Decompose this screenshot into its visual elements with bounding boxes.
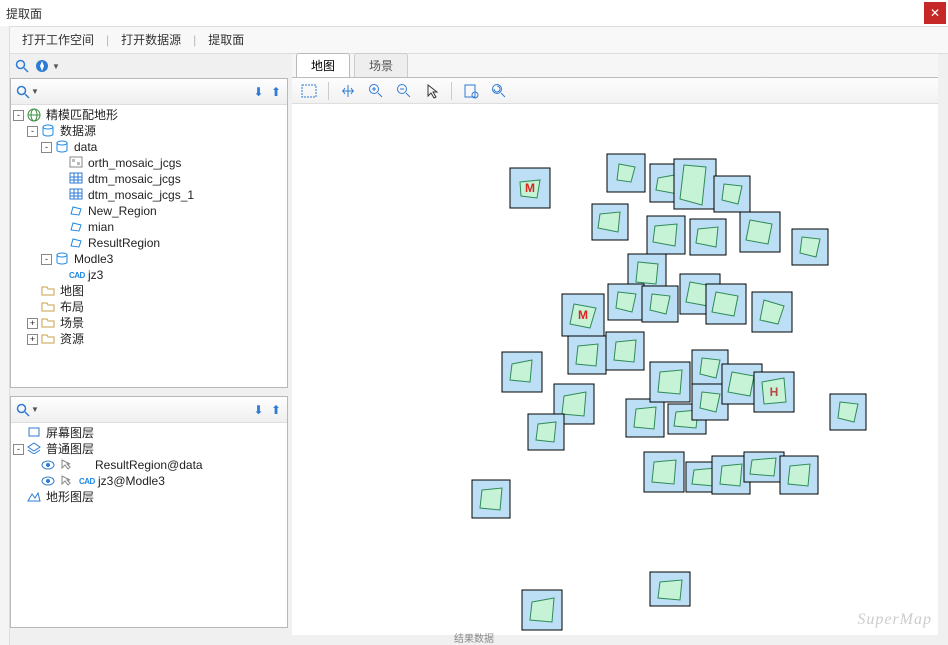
left-panel: ▼ ⬇ ⬆ - 精模匹配地形 - 数据源 - data: [10, 78, 288, 635]
cad-icon: CAD: [69, 268, 85, 282]
zoom-in-icon[interactable]: [367, 82, 385, 100]
folder-icon: [41, 316, 57, 330]
expand-toggle[interactable]: -: [13, 110, 24, 121]
tree-datasource[interactable]: - 数据源: [13, 123, 285, 139]
folder-icon: [41, 332, 57, 346]
identify-icon[interactable]: [462, 82, 480, 100]
select-icon[interactable]: [423, 82, 441, 100]
sub-toolbar: ▼: [10, 54, 288, 78]
layer-tree-panel: ▼ ⬇ ⬆ 屏幕图层 - 普通图层 ResultRegion@data: [10, 396, 288, 628]
eye-icon[interactable]: [41, 458, 57, 472]
polygon-icon: [69, 204, 85, 218]
raster-icon: [69, 156, 85, 170]
layer-item[interactable]: ResultRegion@data: [13, 457, 285, 473]
tree-root[interactable]: - 精模匹配地形: [13, 107, 285, 123]
footer-hint: 结果数据: [454, 630, 494, 645]
tab-map[interactable]: 地图: [296, 53, 350, 77]
polygon-icon: [69, 236, 85, 250]
folder-icon: [41, 300, 57, 314]
tree-item[interactable]: ResultRegion: [13, 235, 285, 251]
right-area: 地图 场景 M M H SuperMap: [292, 54, 938, 635]
expand-toggle[interactable]: +: [27, 318, 38, 329]
refresh-icon[interactable]: [490, 82, 508, 100]
panel-header: ▼ ⬇ ⬆: [11, 79, 287, 105]
database-icon: [55, 252, 71, 266]
dropdown-icon[interactable]: ▼: [52, 62, 60, 71]
panel-nav-arrows: ⬇ ⬆: [252, 85, 283, 99]
pan-icon[interactable]: [339, 82, 357, 100]
polygon-icon: [69, 220, 85, 234]
layer-terrain[interactable]: 地形图层: [13, 489, 285, 505]
tree-item[interactable]: orth_mosaic_jcgs: [13, 155, 285, 171]
tree-resource[interactable]: + 资源: [13, 331, 285, 347]
tree-item[interactable]: dtm_mosaic_jcgs: [13, 171, 285, 187]
tree-item[interactable]: dtm_mosaic_jcgs_1: [13, 187, 285, 203]
database-icon: [41, 124, 57, 138]
panel-search-icon[interactable]: [15, 402, 31, 418]
menu-extract-face[interactable]: 提取面: [198, 27, 254, 53]
title-bar: 提取面 ✕: [0, 0, 948, 26]
layer-icon: [27, 426, 43, 440]
window-title: 提取面: [6, 5, 42, 22]
zoom-out-icon[interactable]: [395, 82, 413, 100]
expand-toggle[interactable]: +: [27, 334, 38, 345]
full-extent-icon[interactable]: [300, 82, 318, 100]
tree-item[interactable]: New_Region: [13, 203, 285, 219]
view-tabs: 地图 场景: [292, 54, 938, 78]
folder-icon: [41, 284, 57, 298]
grid-icon: [69, 172, 85, 186]
map-toolbar: [292, 78, 938, 104]
menu-separator: |: [191, 33, 198, 47]
svg-text:M: M: [578, 308, 588, 322]
panel-nav-arrows: ⬇ ⬆: [252, 403, 283, 417]
tree-modle3[interactable]: - Modle3: [13, 251, 285, 267]
menu-bar: 打开工作空间 | 打开数据源 | 提取面: [0, 26, 948, 54]
layer-normal[interactable]: - 普通图层: [13, 441, 285, 457]
tree-layout[interactable]: 布局: [13, 299, 285, 315]
tree-item[interactable]: mian: [13, 219, 285, 235]
layer-tree[interactable]: 屏幕图层 - 普通图层 ResultRegion@data CAD jz3@Mo…: [11, 423, 287, 627]
eye-icon[interactable]: [41, 474, 57, 488]
selectable-icon[interactable]: [60, 474, 76, 488]
arrow-down-icon[interactable]: ⬇: [254, 85, 264, 99]
tree-scene[interactable]: + 场景: [13, 315, 285, 331]
selectable-icon[interactable]: [60, 458, 76, 472]
workspace-tree-panel: ▼ ⬇ ⬆ - 精模匹配地形 - 数据源 - data: [10, 78, 288, 388]
tab-scene[interactable]: 场景: [354, 53, 408, 77]
layer-screen[interactable]: 屏幕图层: [13, 425, 285, 441]
database-icon: [55, 140, 71, 154]
tree-data[interactable]: - data: [13, 139, 285, 155]
svg-text:H: H: [770, 385, 779, 399]
nav-icon[interactable]: [34, 58, 50, 74]
arrow-down-icon[interactable]: ⬇: [254, 403, 264, 417]
close-button[interactable]: ✕: [924, 2, 946, 24]
watermark: SuperMap: [857, 611, 932, 629]
panel-header: ▼ ⬇ ⬆: [11, 397, 287, 423]
expand-toggle[interactable]: -: [27, 126, 38, 137]
map-canvas[interactable]: M M H SuperMap: [292, 104, 938, 635]
left-side-strip: [0, 26, 10, 645]
layers-icon: [27, 442, 43, 456]
menu-separator: |: [104, 33, 111, 47]
globe-icon: [27, 108, 43, 122]
terrain-icon: [27, 490, 43, 504]
expand-toggle[interactable]: -: [41, 142, 52, 153]
layer-item[interactable]: CAD jz3@Modle3: [13, 473, 285, 489]
expand-toggle[interactable]: -: [41, 254, 52, 265]
arrow-up-icon[interactable]: ⬆: [271, 85, 281, 99]
workspace-tree[interactable]: - 精模匹配地形 - 数据源 - data orth_mosaic_jcgs d…: [11, 105, 287, 387]
menu-open-datasource[interactable]: 打开数据源: [111, 27, 191, 53]
expand-toggle[interactable]: -: [13, 444, 24, 455]
close-icon: ✕: [930, 6, 940, 20]
svg-text:M: M: [525, 181, 535, 195]
search-icon[interactable]: [14, 58, 30, 74]
tree-cad[interactable]: CAD jz3: [13, 267, 285, 283]
grid-icon: [69, 188, 85, 202]
menu-open-workspace[interactable]: 打开工作空间: [12, 27, 104, 53]
arrow-up-icon[interactable]: ⬆: [271, 403, 281, 417]
panel-search-icon[interactable]: [15, 84, 31, 100]
tree-map[interactable]: 地图: [13, 283, 285, 299]
cad-icon: CAD: [79, 474, 95, 488]
